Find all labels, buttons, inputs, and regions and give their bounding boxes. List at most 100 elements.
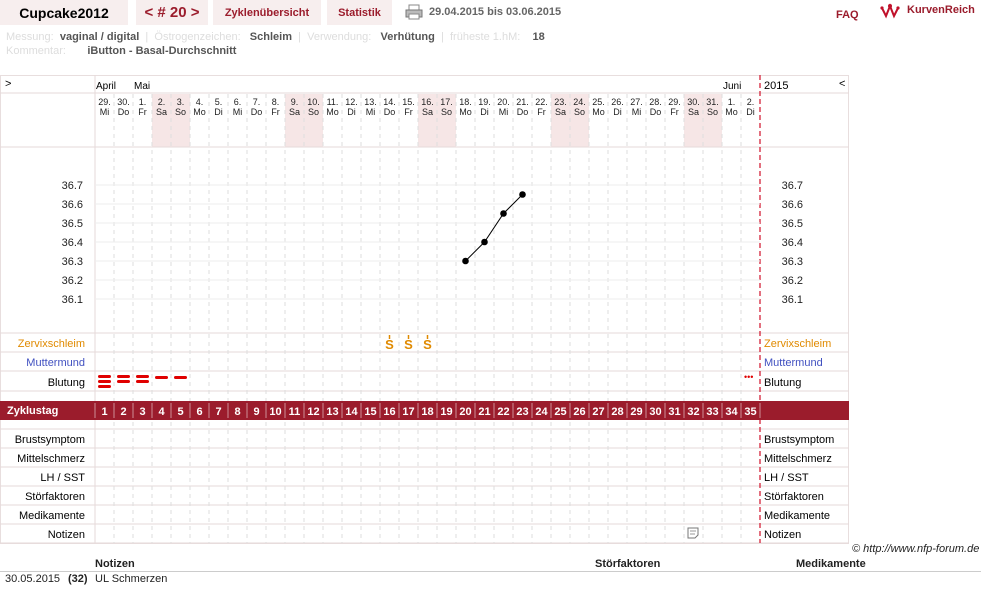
cycle-day-number[interactable]: 34 xyxy=(725,406,738,418)
temp-tick-left: 36.7 xyxy=(62,180,83,192)
cycle-day-number[interactable]: 26 xyxy=(573,406,585,418)
bleeding-mark xyxy=(136,375,149,378)
cycle-day-number[interactable]: 3 xyxy=(139,406,145,418)
day-date: 26. xyxy=(611,97,624,107)
day-date: 3. xyxy=(177,97,185,107)
day-date: 17. xyxy=(440,97,453,107)
cycle-day-number[interactable]: 4 xyxy=(158,406,165,418)
cycle-day-number[interactable]: 6 xyxy=(196,406,202,418)
day-weekday: Do xyxy=(251,107,263,117)
day-date: 25. xyxy=(592,97,605,107)
bleeding-mark xyxy=(98,385,111,388)
day-weekday: Mo xyxy=(459,107,472,117)
brustsymptom-label-left: Brustsymptom xyxy=(15,434,85,446)
cycle-day-number[interactable]: 29 xyxy=(630,406,642,418)
day-weekday: Mo xyxy=(592,107,605,117)
temp-tick-left: 36.4 xyxy=(62,237,83,249)
stoerfaktoren-label-right: Störfaktoren xyxy=(764,491,824,503)
day-date: 29. xyxy=(98,97,111,107)
day-weekday: Fr xyxy=(537,107,546,117)
note-date: 30.05.2015 xyxy=(5,573,61,585)
cycle-day-number[interactable]: 19 xyxy=(440,406,452,418)
temp-point[interactable] xyxy=(500,210,507,217)
chart-next-arrow[interactable]: < xyxy=(839,78,845,90)
day-date: 23. xyxy=(554,97,567,107)
blutung-label-left: Blutung xyxy=(48,377,85,389)
temp-tick-right: 36.6 xyxy=(782,199,803,211)
brustsymptom-label-right: Brustsymptom xyxy=(764,434,834,446)
day-date: 30. xyxy=(687,97,700,107)
notes-header-stoerfaktoren: Störfaktoren xyxy=(595,558,661,570)
cycle-day-number[interactable]: 23 xyxy=(516,406,528,418)
cycle-day-number[interactable]: 35 xyxy=(744,406,756,418)
day-weekday: Do xyxy=(118,107,130,117)
cycle-day-number[interactable]: 8 xyxy=(234,406,240,418)
cycle-day-number[interactable]: 14 xyxy=(345,406,358,418)
day-date: 18. xyxy=(459,97,472,107)
medikamente-label-left: Medikamente xyxy=(19,510,85,522)
temp-point[interactable] xyxy=(462,257,469,265)
cycle-day-number[interactable]: 16 xyxy=(383,406,395,418)
day-weekday: Mo xyxy=(725,107,738,117)
medikamente-label-right: Medikamente xyxy=(764,510,830,522)
day-date: 8. xyxy=(272,97,280,107)
cycle-day-number[interactable]: 13 xyxy=(326,406,338,418)
cycle-day-number[interactable]: 33 xyxy=(706,406,718,418)
day-date: 29. xyxy=(668,97,681,107)
cycle-day-number[interactable]: 20 xyxy=(459,406,471,418)
day-weekday: Do xyxy=(517,107,529,117)
cycle-day-number[interactable]: 21 xyxy=(478,406,490,418)
chart-prev-arrow[interactable]: > xyxy=(5,78,11,90)
bleeding-mark xyxy=(117,380,130,383)
cycle-day-number[interactable]: 24 xyxy=(535,406,548,418)
temp-point[interactable] xyxy=(519,191,526,198)
day-date: 16. xyxy=(421,97,434,107)
temp-tick-left: 36.5 xyxy=(62,218,83,230)
day-weekday: Di xyxy=(746,107,755,117)
temp-tick-right: 36.1 xyxy=(782,294,803,306)
day-date: 1. xyxy=(139,97,147,107)
cycle-day-number[interactable]: 17 xyxy=(402,406,414,418)
cycle-day-number[interactable]: 5 xyxy=(177,406,183,418)
cycle-day-number[interactable]: 22 xyxy=(497,406,509,418)
cycle-day-number[interactable]: 2 xyxy=(120,406,126,418)
cycle-day-number[interactable]: 30 xyxy=(649,406,661,418)
cycle-day-number[interactable]: 11 xyxy=(289,406,301,418)
day-date: 27. xyxy=(630,97,643,107)
day-weekday: So xyxy=(574,107,585,117)
day-weekday: So xyxy=(308,107,319,117)
temp-tick-right: 36.2 xyxy=(782,275,803,287)
cycle-day-number[interactable]: 12 xyxy=(307,406,319,418)
day-weekday: So xyxy=(175,107,186,117)
day-weekday: Sa xyxy=(555,107,566,117)
zervix-mark: S xyxy=(385,337,394,352)
cycle-day-number[interactable]: 1 xyxy=(101,406,107,418)
temp-tick-left: 36.3 xyxy=(62,256,83,268)
zyklustag-label: Zyklustag xyxy=(7,405,58,417)
notizen-label-right: Notizen xyxy=(764,529,801,541)
temp-tick-right: 36.7 xyxy=(782,180,803,192)
day-weekday: Sa xyxy=(422,107,433,117)
cycle-day-number[interactable]: 28 xyxy=(611,406,623,418)
day-date: 14. xyxy=(383,97,396,107)
note-icon[interactable] xyxy=(687,527,699,539)
cycle-day-number[interactable]: 7 xyxy=(215,406,221,418)
cycle-day-number[interactable]: 25 xyxy=(554,406,566,418)
cycle-day-number[interactable]: 27 xyxy=(592,406,604,418)
cycle-day-number[interactable]: 32 xyxy=(687,406,699,418)
day-date: 12. xyxy=(345,97,358,107)
cycle-day-number[interactable]: 10 xyxy=(269,406,281,418)
cycle-day-number[interactable]: 18 xyxy=(421,406,433,418)
bleeding-mark xyxy=(117,375,130,378)
cycle-day-number[interactable]: 31 xyxy=(668,406,680,418)
cycle-day-number[interactable]: 9 xyxy=(253,406,259,418)
notes-header-medikamente: Medikamente xyxy=(796,558,866,570)
month-label: Mai xyxy=(134,81,150,92)
cycle-day-number[interactable]: 15 xyxy=(364,406,376,418)
day-weekday: Di xyxy=(214,107,223,117)
day-weekday: Mi xyxy=(499,107,509,117)
stoerfaktoren-label-left: Störfaktoren xyxy=(25,491,85,503)
day-date: 2. xyxy=(158,97,166,107)
temp-point[interactable] xyxy=(481,238,488,246)
zervix-mark: S xyxy=(404,337,413,352)
